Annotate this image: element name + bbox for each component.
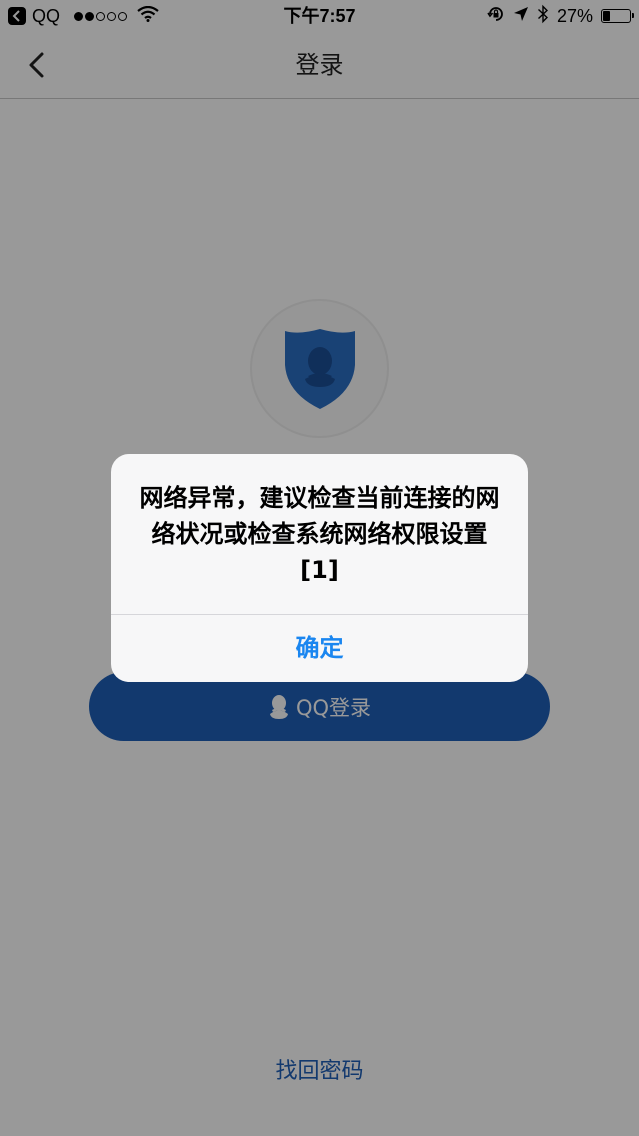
network-error-alert: 网络异常，建议检查当前连接的网络状况或检查系统网络权限设置 [1] 确定 [111, 454, 528, 682]
alert-message: 网络异常，建议检查当前连接的网络状况或检查系统网络权限设置 [1] [139, 484, 500, 584]
alert-ok-button[interactable]: 确定 [111, 615, 528, 682]
